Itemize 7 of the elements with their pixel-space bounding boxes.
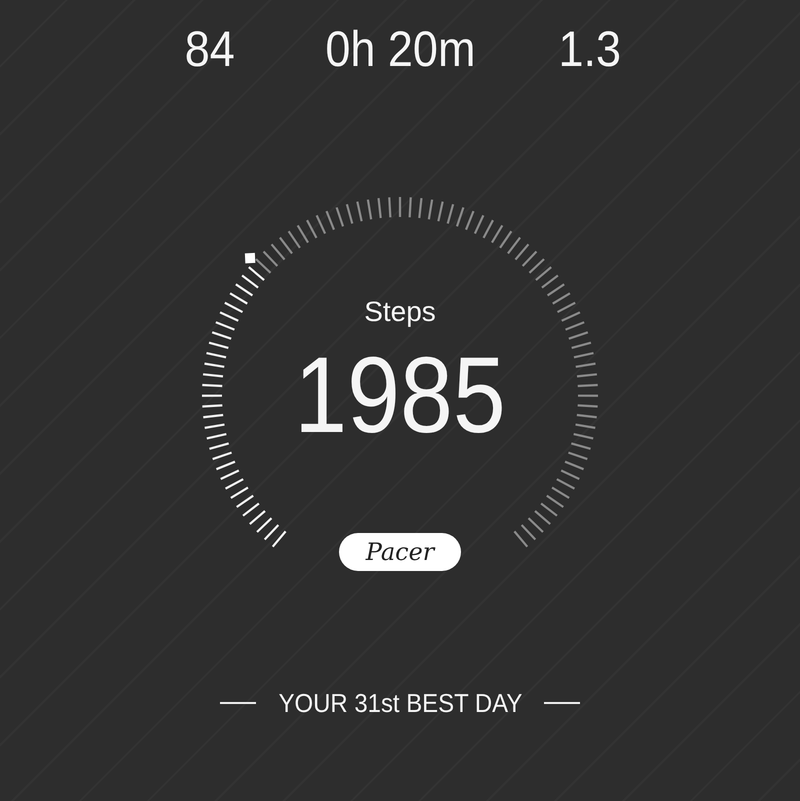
stat-value: 1.3 [558, 20, 622, 78]
best-day-caption: YOUR 31st BEST DAY [278, 687, 522, 719]
steps-count: 1985 [293, 333, 507, 457]
stat-value: 0h 20m [324, 20, 476, 78]
steps-label: Steps [363, 295, 437, 329]
pacer-logo: Pacer [339, 533, 461, 571]
stat-value: 84 [184, 20, 236, 78]
